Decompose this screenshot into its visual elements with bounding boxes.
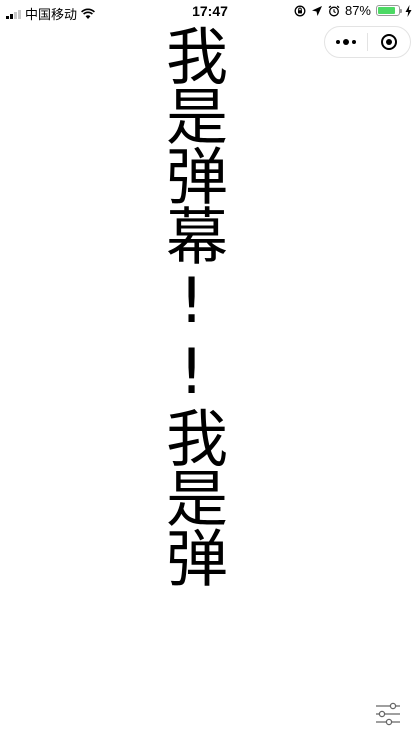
battery-percent: 87% [344,3,371,18]
mini-program-capsule [324,26,411,58]
location-arrow-icon [311,5,322,16]
settings-button[interactable] [372,700,404,728]
alarm-icon [328,5,340,16]
danmu-text: 我是弹幕!!我是弹 [155,24,228,586]
close-button[interactable] [368,27,410,57]
target-icon [381,34,397,50]
battery-level-fill [378,7,395,14]
status-bar: 中国移动 17:47 87% [0,0,420,22]
battery-icon [376,5,402,16]
orientation-lock-icon [294,5,306,16]
charging-icon [405,4,412,17]
battery-cap [400,9,402,13]
more-button[interactable] [325,27,367,57]
more-dots-icon [336,39,356,45]
sliders-icon [376,702,400,726]
status-right: 87% [294,3,412,18]
